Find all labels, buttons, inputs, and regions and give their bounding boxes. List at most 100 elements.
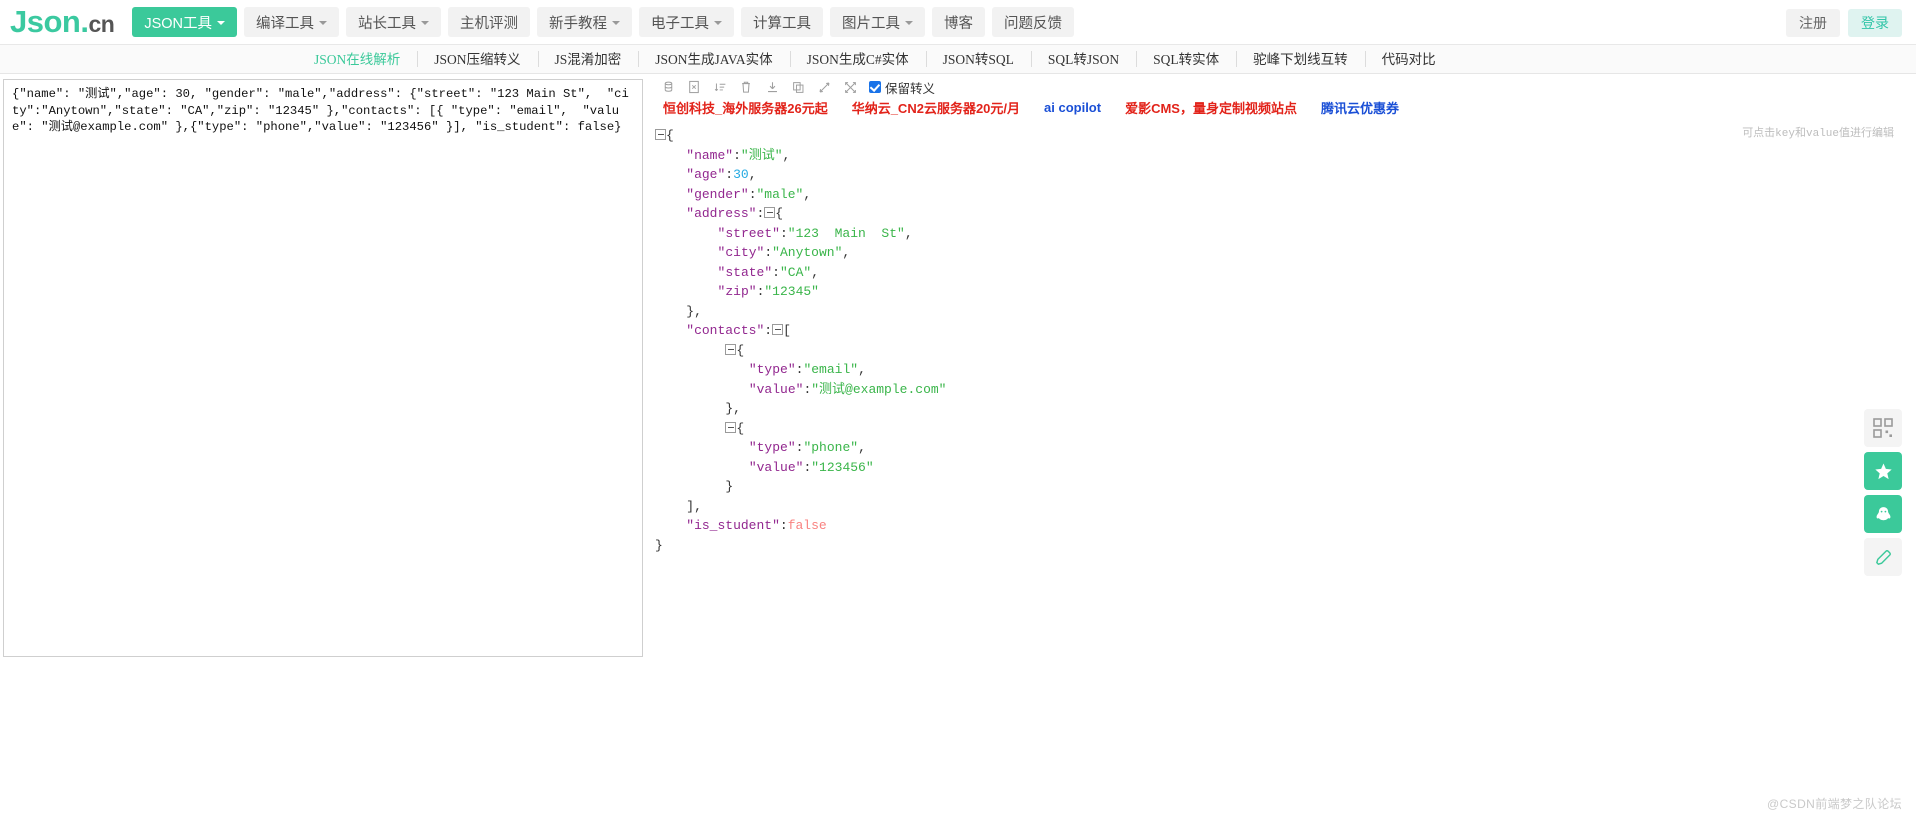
json-input-text[interactable]: {"name": "测试","age": 30, "gender": "male… — [12, 86, 634, 136]
tree-token[interactable]: "type" — [749, 438, 796, 458]
tree-token[interactable]: "value" — [749, 458, 804, 478]
nav-item-2[interactable]: 站长工具 — [346, 7, 441, 37]
tree-token[interactable]: "Anytown" — [772, 243, 842, 263]
copy-icon[interactable] — [785, 78, 811, 96]
nav-item-6[interactable]: 计算工具 — [741, 7, 823, 37]
main-content: {"name": "测试", "age": 30, "gender": "male… — [0, 74, 1916, 818]
tree-token[interactable]: "gender" — [686, 185, 748, 205]
tree-line[interactable]: }, — [655, 399, 1916, 419]
tree-token[interactable]: "name" — [686, 146, 733, 166]
tree-line[interactable]: "name": "测试", — [655, 146, 1916, 166]
tree-token[interactable]: "CA" — [780, 263, 811, 283]
ad-link-2[interactable]: ai copilot — [1044, 100, 1101, 115]
collapse-toggle-icon[interactable] — [764, 207, 776, 218]
qq-button[interactable] — [1864, 495, 1902, 533]
favorite-button[interactable] — [1864, 452, 1902, 490]
ad-link-3[interactable]: 爱影CMS，量身定制视频站点 — [1125, 98, 1297, 117]
nav-item-3[interactable]: 主机评测 — [448, 7, 530, 37]
tree-token[interactable]: "age" — [686, 165, 725, 185]
collapse-toggle-icon[interactable] — [725, 343, 737, 355]
tree-line[interactable]: "city": "Anytown", — [655, 243, 1916, 263]
nav-item-1[interactable]: 编译工具 — [244, 7, 339, 37]
json-tree-content[interactable]: {"name": "测试", "age":30, "gender": "male", "a… — [655, 126, 1916, 555]
tree-line[interactable]: "address": { — [655, 204, 1916, 224]
collapse-toggle-icon[interactable] — [655, 129, 666, 140]
tree-token[interactable]: false — [788, 516, 827, 536]
register-button[interactable]: 注册 — [1786, 8, 1840, 37]
checkbox-box[interactable] — [869, 81, 881, 93]
document-icon[interactable] — [681, 78, 707, 96]
tree-line[interactable]: }, — [655, 302, 1916, 322]
tree-token: { — [775, 206, 784, 221]
sort-icon[interactable] — [707, 78, 733, 96]
tree-token[interactable]: "phone" — [803, 438, 858, 458]
tree-line[interactable]: { — [655, 341, 1916, 361]
tree-line[interactable]: "value": "测试@example.com" — [655, 380, 1916, 400]
collapse-toggle-icon[interactable] — [772, 324, 784, 335]
tree-token[interactable]: "测试" — [741, 146, 783, 166]
tree-token[interactable]: 30 — [733, 165, 749, 185]
tree-line[interactable]: } — [655, 536, 1916, 556]
subnav-tab-1[interactable]: JSON压缩转义 — [417, 45, 537, 74]
nav-item-0[interactable]: JSON工具 — [132, 7, 237, 37]
tree-token[interactable]: "type" — [749, 360, 796, 380]
subnav-tab-9[interactable]: 代码对比 — [1364, 45, 1453, 74]
tree-line[interactable]: "state": "CA", — [655, 263, 1916, 283]
qrcode-button[interactable] — [1864, 409, 1902, 447]
keep-escape-checkbox[interactable]: 保留转义 — [869, 78, 935, 97]
ad-link-1[interactable]: 华纳云_CN2云服务器20元/月 — [852, 98, 1020, 117]
subnav-tab-0[interactable]: JSON在线解析 — [297, 45, 417, 74]
collapse-toggle-icon[interactable] — [725, 421, 737, 433]
tree-token[interactable]: "123456" — [811, 458, 873, 478]
tree-token[interactable]: "male" — [757, 185, 804, 205]
tree-line[interactable]: "zip": "12345" — [655, 282, 1916, 302]
nav-item-7[interactable]: 图片工具 — [830, 7, 925, 37]
tree-line[interactable]: "contacts": [ — [655, 321, 1916, 341]
subnav-tab-8[interactable]: 驼峰下划线互转 — [1236, 45, 1365, 74]
tree-token[interactable]: "12345" — [764, 282, 819, 302]
collapse-icon[interactable] — [811, 78, 837, 96]
tree-line[interactable]: "type": "email", — [655, 360, 1916, 380]
site-logo[interactable]: Json.cn — [10, 4, 115, 40]
subnav-tab-6[interactable]: SQL转JSON — [1030, 45, 1136, 74]
tree-line[interactable]: "age":30, — [655, 165, 1916, 185]
tree-token[interactable]: "123 Main St" — [788, 224, 905, 244]
subnav-tab-5[interactable]: JSON转SQL — [925, 45, 1031, 74]
nav-item-9[interactable]: 问题反馈 — [992, 7, 1074, 37]
nav-item-5[interactable]: 电子工具 — [639, 7, 734, 37]
tree-line[interactable]: } — [655, 477, 1916, 497]
tree-token[interactable]: "contacts" — [686, 321, 764, 341]
tree-token[interactable]: "value" — [749, 380, 804, 400]
tree-line[interactable]: { — [655, 419, 1916, 439]
delete-icon[interactable] — [733, 78, 759, 96]
nav-item-4[interactable]: 新手教程 — [537, 7, 632, 37]
feedback-button[interactable] — [1864, 538, 1902, 576]
tree-token[interactable]: "zip" — [718, 282, 757, 302]
tree-line[interactable]: "is_student": false — [655, 516, 1916, 536]
format-icon[interactable] — [655, 78, 681, 96]
nav-item-8[interactable]: 博客 — [932, 7, 985, 37]
expand-icon[interactable] — [837, 78, 863, 96]
ad-link-4[interactable]: 腾讯云优惠券 — [1321, 98, 1399, 117]
download-icon[interactable] — [759, 78, 785, 96]
tree-token[interactable]: "email" — [803, 360, 858, 380]
tree-token[interactable]: "street" — [718, 224, 780, 244]
tree-line[interactable]: "type": "phone", — [655, 438, 1916, 458]
tree-token[interactable]: "city" — [718, 243, 765, 263]
tree-line[interactable]: "street": "123 Main St", — [655, 224, 1916, 244]
subnav-tab-4[interactable]: JSON生成C#实体 — [789, 45, 926, 74]
tree-token[interactable]: "state" — [718, 263, 773, 283]
tree-line[interactable]: "gender": "male", — [655, 185, 1916, 205]
login-button[interactable]: 登录 — [1848, 8, 1902, 37]
subnav-tab-2[interactable]: JS混淆加密 — [537, 45, 639, 74]
tree-line[interactable]: ], — [655, 497, 1916, 517]
ad-link-0[interactable]: 恒创科技_海外服务器26元起 — [663, 98, 828, 117]
tree-token[interactable]: "测试@example.com" — [811, 380, 946, 400]
tree-line[interactable]: { — [655, 126, 1916, 146]
json-input-editor[interactable]: {"name": "测试","age": 30, "gender": "male… — [3, 79, 643, 657]
subnav-tab-7[interactable]: SQL转实体 — [1136, 45, 1236, 74]
tree-token[interactable]: "is_student" — [686, 516, 780, 536]
tree-token[interactable]: "address" — [686, 204, 756, 224]
tree-line[interactable]: "value": "123456" — [655, 458, 1916, 478]
subnav-tab-3[interactable]: JSON生成JAVA实体 — [638, 45, 789, 74]
